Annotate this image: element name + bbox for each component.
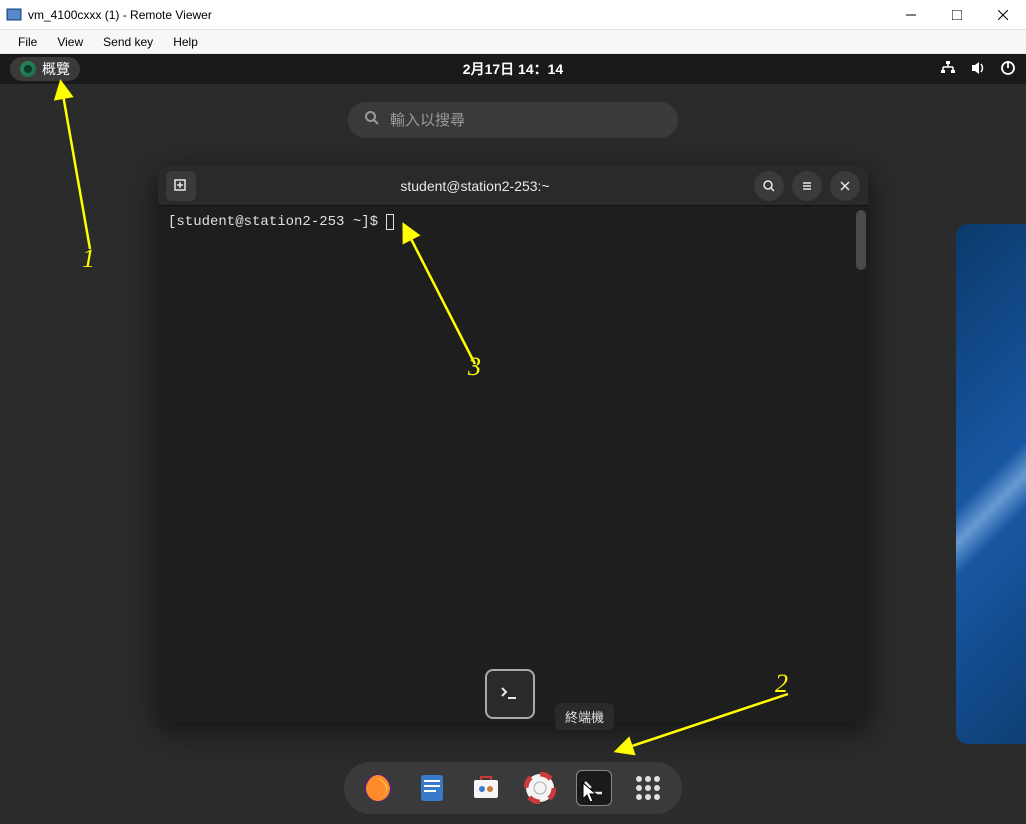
dock-software-icon[interactable] [468,770,504,806]
dock-apps-icon[interactable] [630,770,666,806]
close-button[interactable] [980,0,1026,30]
terminal-body[interactable]: [student@station2-253 ~]$ [158,206,868,722]
terminal-title: student@station2-253:~ [204,178,746,194]
drag-terminal-icon[interactable] [485,669,535,719]
gnome-desktop: 概覽 2月17日 14：14 student@station2-253:~ [0,54,1026,824]
menu-view[interactable]: View [47,35,93,49]
app-icon [6,7,22,23]
maximize-button[interactable] [934,0,980,30]
activities-button[interactable]: 概覽 [10,57,80,81]
menu-help[interactable]: Help [163,35,208,49]
terminal-tooltip: 終端機 [555,703,614,730]
search-bar[interactable] [348,102,678,138]
terminal-close-button[interactable] [830,171,860,201]
power-icon[interactable] [1000,60,1016,79]
terminal-cursor [386,214,394,230]
menu-file[interactable]: File [8,35,47,49]
terminal-prompt: [student@station2-253 ~]$ [168,214,386,230]
terminal-search-button[interactable] [754,171,784,201]
menu-bar: File View Send key Help [0,30,1026,54]
window-controls [888,0,1026,30]
workspace-thumbnail[interactable] [956,224,1026,744]
annotation-3: 3 [468,352,481,382]
window-titlebar: vm_4100cxxx (1) - Remote Viewer [0,0,1026,30]
activities-label: 概覽 [42,59,70,79]
terminal-titlebar: student@station2-253:~ [158,166,868,206]
dock-firefox-icon[interactable] [360,770,396,806]
dock-files-icon[interactable] [414,770,450,806]
annotation-1: 1 [82,244,95,274]
terminal-menu-button[interactable] [792,171,822,201]
mouse-cursor [582,782,600,806]
window-title: vm_4100cxxx (1) - Remote Viewer [28,8,212,22]
menu-sendkey[interactable]: Send key [93,35,163,49]
system-tray[interactable] [940,60,1016,79]
minimize-button[interactable] [888,0,934,30]
gnome-topbar: 概覽 2月17日 14：14 [0,54,1026,84]
clock[interactable]: 2月17日 14：14 [463,59,563,79]
activities-icon [20,61,36,77]
network-icon[interactable] [940,60,956,79]
new-tab-button[interactable] [166,171,196,201]
search-icon [364,110,380,131]
dock [344,762,682,814]
volume-icon[interactable] [970,60,986,79]
dock-help-icon[interactable] [522,770,558,806]
search-input[interactable] [390,112,662,129]
annotation-2: 2 [775,669,788,699]
terminal-scrollbar[interactable] [856,210,866,270]
terminal-window[interactable]: student@station2-253:~ [student@station2… [158,166,868,722]
